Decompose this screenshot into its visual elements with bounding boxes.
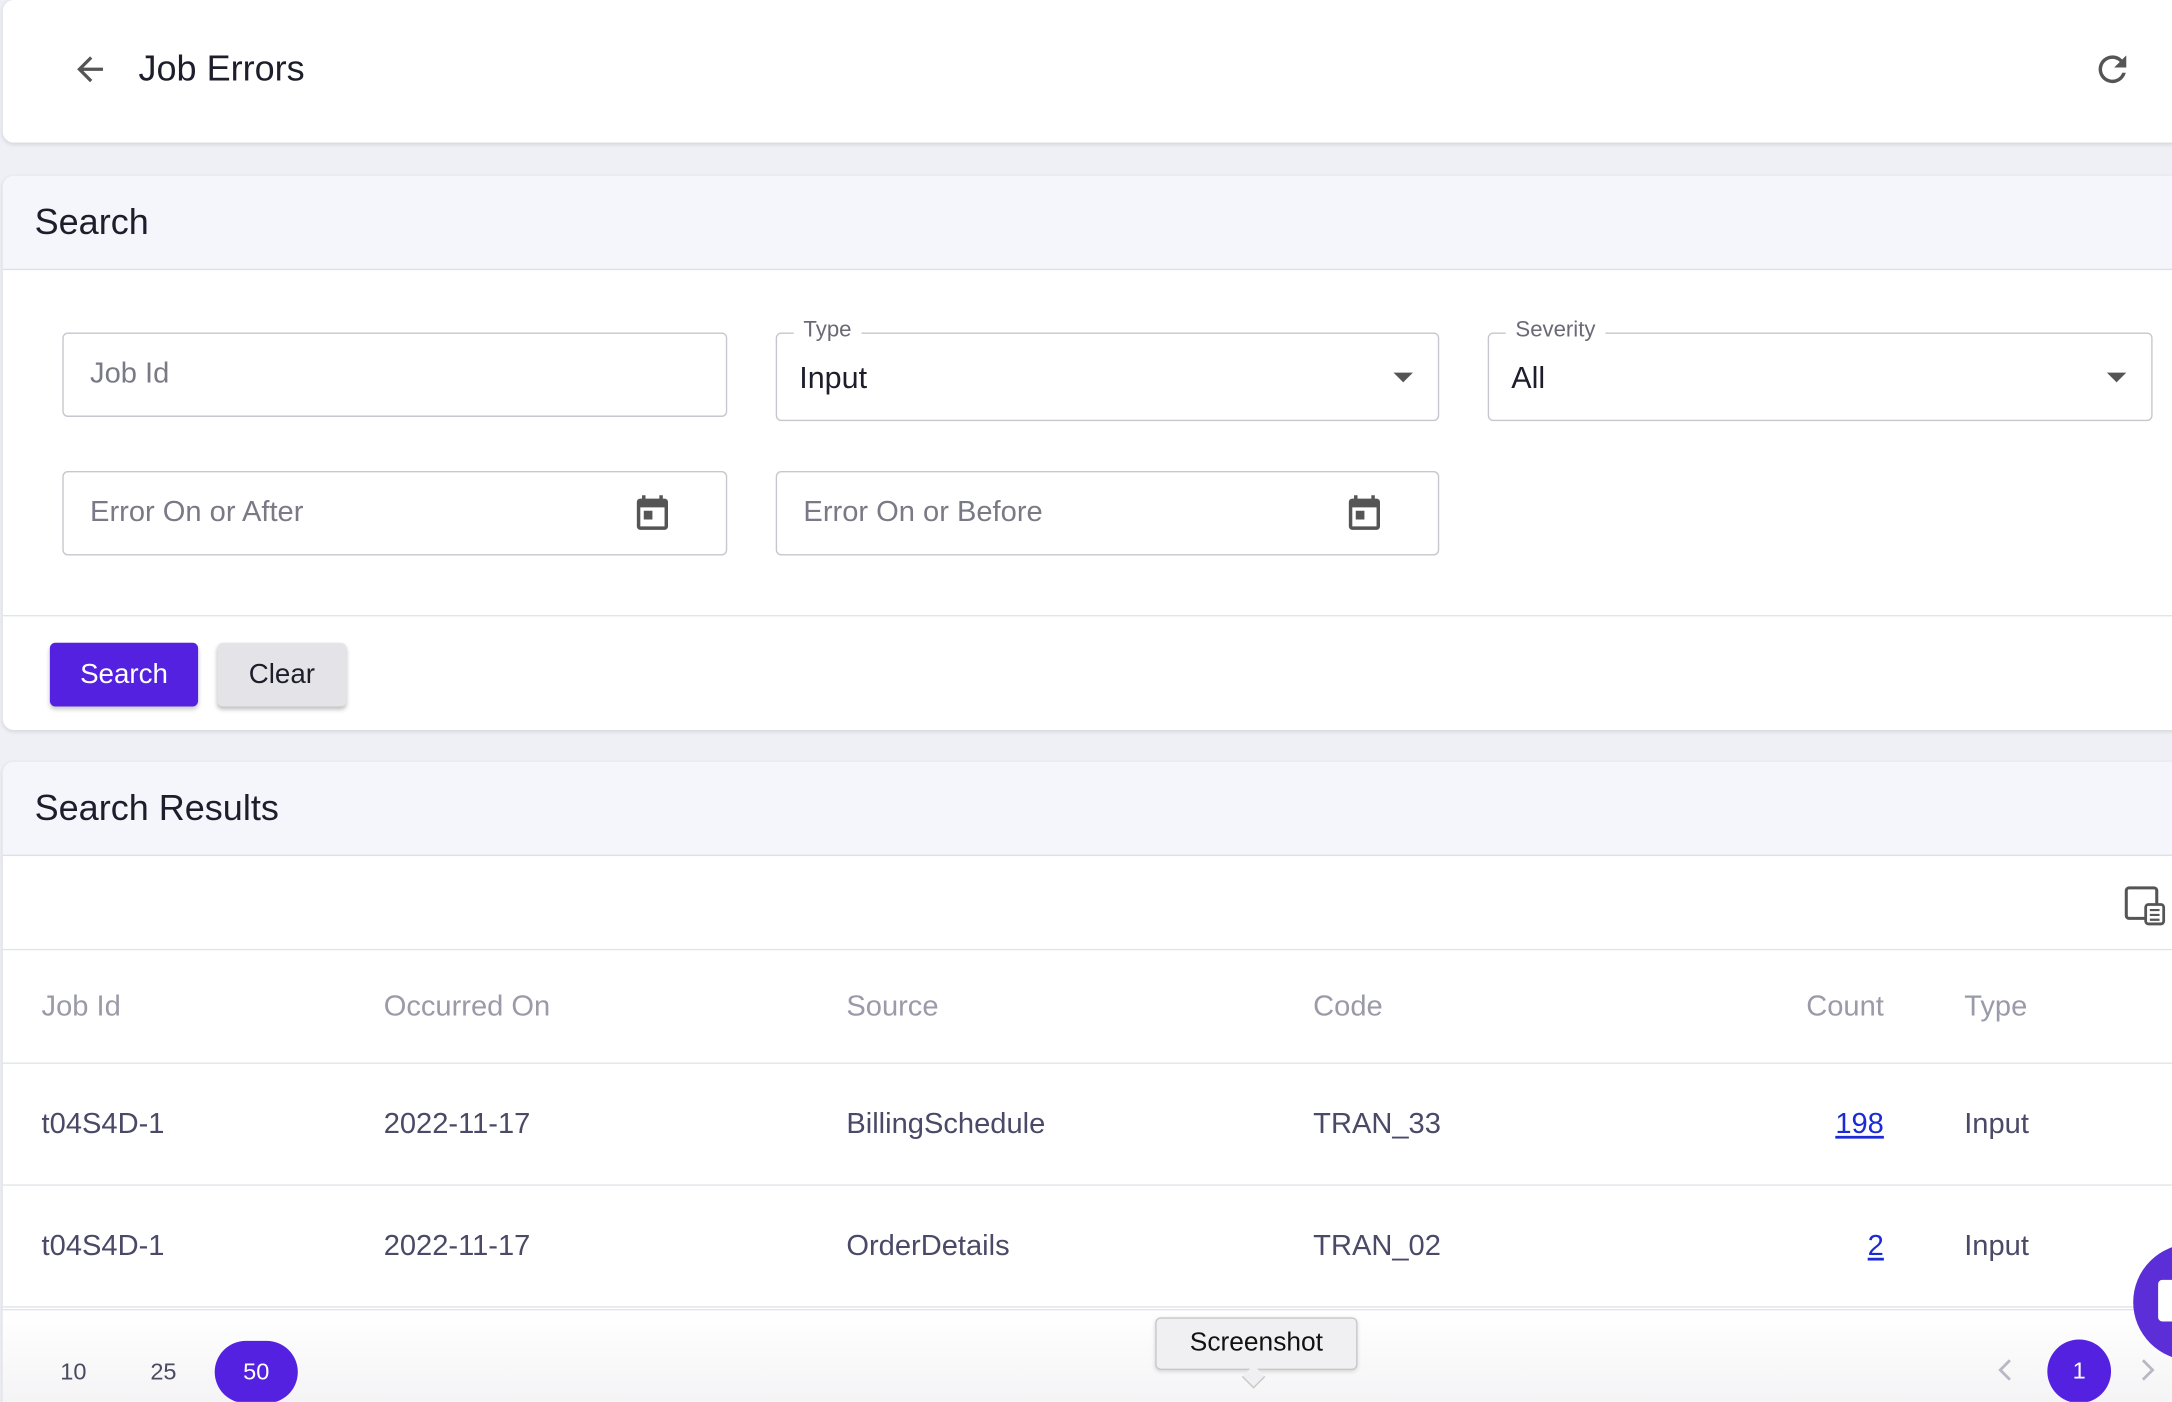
page: Job Errors Search Job Id Type Input Seve… bbox=[0, 0, 2172, 1402]
results-toolbar bbox=[2, 856, 2172, 951]
cell-type: Input bbox=[1964, 1230, 2029, 1262]
calendar-icon[interactable] bbox=[632, 492, 674, 534]
count-link[interactable]: 198 bbox=[1835, 1108, 1884, 1140]
page-size-25[interactable]: 25 bbox=[122, 1341, 205, 1402]
table-row: t04S4D-1 2022-11-17 OrderDetails TRAN_02… bbox=[2, 1186, 2172, 1308]
column-header-source[interactable]: Source bbox=[846, 990, 938, 1023]
back-button[interactable] bbox=[66, 46, 113, 93]
cell-occurred-on: 2022-11-17 bbox=[383, 1230, 531, 1262]
chevron-left-icon[interactable] bbox=[1992, 1355, 2020, 1385]
cell-count: 2 bbox=[1734, 1230, 1884, 1263]
screenshot-tooltip: Screenshot bbox=[1155, 1317, 1358, 1370]
error-after-field[interactable]: Error On or After bbox=[62, 470, 728, 556]
error-before-field[interactable]: Error On or Before bbox=[775, 470, 1440, 556]
page-size-10[interactable]: 10 bbox=[32, 1341, 115, 1402]
severity-select[interactable]: Severity All bbox=[1487, 318, 2153, 422]
type-label: Type bbox=[793, 318, 862, 344]
results-panel: Search Results Job Id Occurred On Source… bbox=[2, 761, 2172, 1402]
cell-type: Input bbox=[1964, 1108, 2029, 1141]
search-button[interactable]: Search bbox=[49, 642, 199, 707]
cell-code: TRAN_33 bbox=[1313, 1108, 1441, 1141]
column-header-type[interactable]: Type bbox=[1964, 990, 2027, 1023]
divider bbox=[2, 615, 2172, 617]
type-value: Input bbox=[799, 360, 868, 395]
error-after-placeholder: Error On or After bbox=[90, 495, 304, 528]
refresh-button[interactable] bbox=[2089, 46, 2136, 93]
chevron-down-icon bbox=[2106, 372, 2127, 383]
arrow-left-icon bbox=[77, 56, 103, 83]
column-header-code[interactable]: Code bbox=[1313, 990, 1383, 1023]
chevron-right-icon[interactable] bbox=[2133, 1355, 2161, 1385]
cell-source: OrderDetails bbox=[846, 1230, 1010, 1262]
error-before-placeholder: Error On or Before bbox=[803, 495, 1043, 528]
severity-label: Severity bbox=[1505, 318, 1606, 344]
type-select[interactable]: Type Input bbox=[775, 318, 1440, 422]
cell-code: TRAN_02 bbox=[1313, 1230, 1441, 1262]
cell-job-id: t04S4D-1 bbox=[41, 1108, 165, 1141]
cell-occurred-on: 2022-11-17 bbox=[383, 1108, 531, 1141]
calendar-icon[interactable] bbox=[1344, 492, 1386, 534]
table-row: t04S4D-1 2022-11-17 BillingSchedule TRAN… bbox=[2, 1064, 2172, 1186]
clear-button[interactable]: Clear bbox=[217, 642, 347, 707]
page-title: Job Errors bbox=[138, 47, 305, 89]
column-chooser-icon[interactable] bbox=[2122, 884, 2166, 928]
table-header: Job Id Occurred On Source Code Count Typ… bbox=[2, 950, 2172, 1064]
search-panel: Search Job Id Type Input Severity All Er… bbox=[2, 175, 2172, 731]
chevron-down-icon bbox=[1393, 372, 1413, 383]
cell-job-id: t04S4D-1 bbox=[41, 1230, 165, 1262]
column-header-count[interactable]: Count bbox=[1734, 990, 1884, 1023]
cell-count: 198 bbox=[1734, 1108, 1884, 1141]
pagination-bar: 10 25 50 Screenshot 1 bbox=[2, 1309, 2172, 1402]
results-title: Search Results bbox=[34, 786, 279, 829]
search-title: Search bbox=[34, 200, 149, 243]
column-header-job-id[interactable]: Job Id bbox=[42, 990, 121, 1023]
search-header: Search bbox=[2, 175, 2172, 271]
column-header-occurred-on[interactable]: Occurred On bbox=[384, 990, 551, 1023]
page-header: Job Errors bbox=[2, 0, 2172, 143]
results-header: Search Results bbox=[2, 761, 2172, 857]
cell-source: BillingSchedule bbox=[846, 1108, 1046, 1141]
job-id-field[interactable]: Job Id bbox=[62, 332, 728, 417]
page-number-current[interactable]: 1 bbox=[2047, 1339, 2112, 1402]
count-link[interactable]: 2 bbox=[1868, 1230, 1884, 1262]
job-id-placeholder: Job Id bbox=[90, 357, 170, 390]
refresh-icon bbox=[2098, 55, 2127, 84]
page-size-50[interactable]: 50 bbox=[214, 1340, 298, 1402]
severity-value: All bbox=[1511, 360, 1546, 395]
chat-icon bbox=[2158, 1279, 2172, 1322]
